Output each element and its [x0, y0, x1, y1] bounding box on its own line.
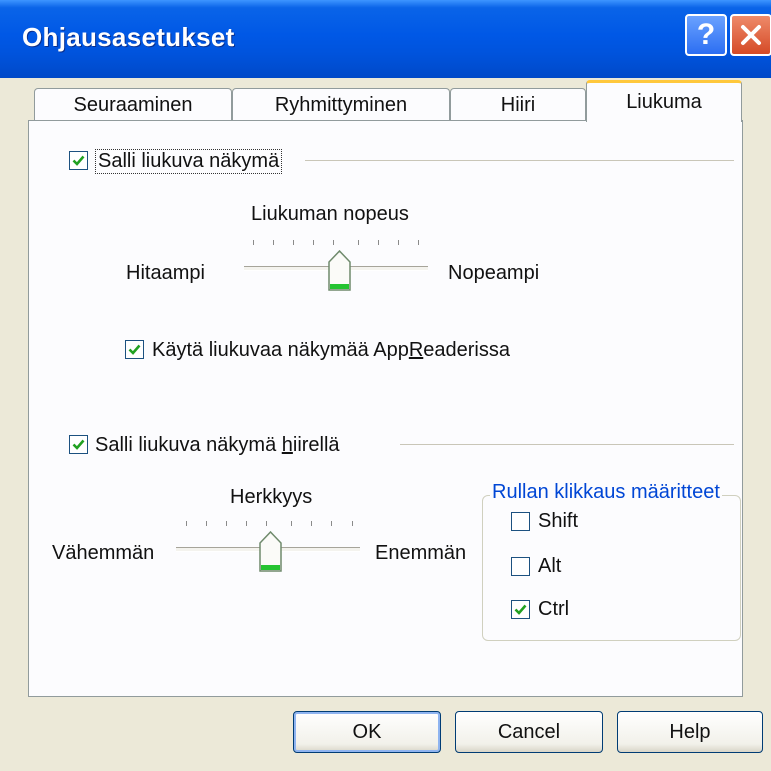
ok-button[interactable]: OK [293, 711, 441, 753]
shift-checkbox[interactable] [511, 512, 530, 531]
help-button[interactable]: Help [617, 711, 763, 753]
shift-label: Shift [538, 510, 579, 532]
appreader-checkbox[interactable] [125, 340, 144, 359]
appreader-label-pre: Käytä liukuvaa näkymää App [152, 339, 409, 361]
dialog-window: Ohjausasetukset ? Seuraaminen Ryhmittymi… [0, 0, 771, 771]
ctrl-label: Ctrl [538, 598, 570, 620]
cancel-button[interactable]: Cancel [455, 711, 603, 753]
alt-checkbox[interactable] [511, 557, 530, 576]
enable-scroll-label[interactable]: Salli liukuva näkymä [95, 149, 283, 174]
separator [305, 160, 734, 161]
separator [400, 444, 734, 445]
modifiers-title: Rullan klikkaus määritteet [490, 481, 722, 504]
appreader-label-post: eaderissa [423, 339, 510, 361]
enable-mouse-scroll-label[interactable]: Salli liukuva näkymä hiirellä [95, 434, 340, 457]
sensitivity-label: Herkkyys [230, 486, 313, 508]
slower-label: Hitaampi [126, 262, 205, 284]
speed-label: Liukuman nopeus [251, 203, 409, 225]
appreader-label[interactable]: Käytä liukuvaa näkymää AppReaderissa [152, 339, 510, 362]
appreader-label-accel: R [408, 339, 424, 361]
speed-slider-thumb[interactable] [328, 250, 351, 292]
alt-label: Alt [538, 555, 562, 577]
more-label: Enemmän [375, 542, 467, 564]
enable-scroll-checkbox[interactable] [69, 151, 88, 170]
ctrl-checkbox[interactable] [511, 600, 530, 619]
less-label: Vähemmän [52, 542, 155, 564]
faster-label: Nopeampi [448, 262, 540, 284]
mouse-label-pre: Salli liukuva näkymä [95, 434, 282, 456]
mouse-label-post: iirellä [292, 434, 340, 456]
enable-mouse-scroll-checkbox[interactable] [69, 435, 88, 454]
mouse-label-accel: h [281, 434, 293, 456]
sensitivity-slider-thumb[interactable] [259, 531, 282, 573]
